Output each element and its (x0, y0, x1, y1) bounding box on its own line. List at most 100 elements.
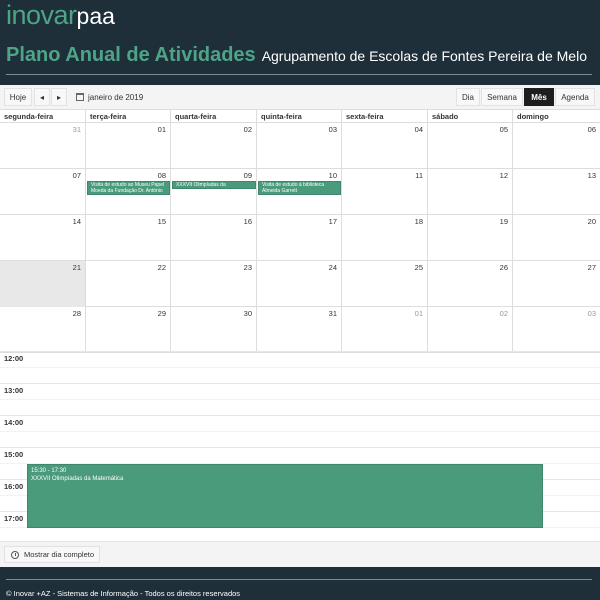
timed-event[interactable]: 15:30 - 17:30 XXXVII Olimpíadas da Matem… (27, 464, 543, 528)
week-row: 07 08 09 10 11 12 13 Visita de estudo ao… (0, 169, 600, 215)
day-cell[interactable]: 01 (86, 123, 171, 169)
day-cell[interactable]: 30 (171, 307, 257, 353)
day-cell[interactable]: 20 (513, 215, 600, 261)
hour-line (0, 415, 600, 416)
day-cell-today[interactable]: 21 (0, 261, 86, 307)
prev-month-button[interactable]: ◂ (34, 88, 50, 106)
day-cell[interactable]: 01 (342, 307, 428, 353)
day-cell[interactable]: 27 (513, 261, 600, 307)
hour-label: 13:00 (4, 386, 24, 395)
day-number: 03 (328, 125, 337, 134)
day-number: 31 (328, 309, 337, 318)
day-cell[interactable]: 22 (86, 261, 171, 307)
day-cell[interactable]: 03 (513, 307, 600, 353)
day-number: 26 (499, 263, 508, 272)
next-month-button[interactable]: ▸ (51, 88, 67, 106)
week-row: 21 22 23 24 25 26 27 (0, 261, 600, 307)
half-hour-line (0, 431, 600, 432)
day-number: 15 (157, 217, 166, 226)
view-month-button[interactable]: Mês (524, 88, 554, 106)
day-cell[interactable]: 12 (428, 169, 513, 215)
day-number: 20 (587, 217, 596, 226)
show-full-day-label: Mostrar dia completo (24, 550, 95, 559)
half-hour-line (0, 399, 600, 400)
day-number: 02 (243, 125, 252, 134)
hour-label: 16:00 (4, 482, 24, 491)
weekday-label: sábado (428, 110, 513, 123)
calendar-event[interactable]: XXXVII Olimpíadas da Matemática (172, 181, 256, 189)
day-number: 12 (499, 171, 508, 180)
calendar-event[interactable]: Visita de estudo à biblioteca Almeida Ga… (258, 181, 341, 195)
day-number: 22 (157, 263, 166, 272)
day-cell[interactable]: 02 (428, 307, 513, 353)
day-cell[interactable]: 31 (257, 307, 342, 353)
brand-name-paa: paa (76, 3, 115, 29)
hour-line (0, 447, 600, 448)
hour-line (0, 351, 600, 352)
day-cell[interactable]: 05 (428, 123, 513, 169)
view-week-button[interactable]: Semana (481, 88, 523, 106)
day-number: 01 (414, 309, 423, 318)
half-hour-line (0, 367, 600, 368)
day-cell[interactable]: 17 (257, 215, 342, 261)
page-subtitle: Agrupamento de Escolas de Fontes Pereira… (261, 48, 587, 64)
day-cell[interactable]: 04 (342, 123, 428, 169)
weekday-header: segunda-feira terça-feira quarta-feira q… (0, 109, 600, 123)
day-cell[interactable]: 16 (171, 215, 257, 261)
day-cell[interactable]: 07 (0, 169, 86, 215)
today-button[interactable]: Hoje (4, 88, 32, 106)
day-cell[interactable]: 06 (513, 123, 600, 169)
calendar-panel: Hoje ◂ ▸ janeiro de 2019 Dia Semana Mês … (0, 85, 600, 567)
weekday-label: segunda-feira (0, 110, 86, 123)
hour-line (0, 383, 600, 384)
day-cell[interactable]: 18 (342, 215, 428, 261)
view-day-button[interactable]: Dia (456, 88, 480, 106)
day-cell[interactable]: 03 (257, 123, 342, 169)
day-cell[interactable]: 24 (257, 261, 342, 307)
day-number: 01 (157, 125, 166, 134)
day-cell[interactable]: 26 (428, 261, 513, 307)
day-cell[interactable]: 28 (0, 307, 86, 353)
day-cell[interactable]: 15 (86, 215, 171, 261)
calendar-event[interactable]: Visita de estudo ao Museu Papel Moeda da… (87, 181, 170, 195)
day-cell[interactable]: 29 (86, 307, 171, 353)
day-cell[interactable]: 25 (342, 261, 428, 307)
view-agenda-button[interactable]: Agenda (555, 88, 595, 106)
day-number: 21 (72, 263, 81, 272)
day-number: 03 (587, 309, 596, 318)
day-cell[interactable]: 14 (0, 215, 86, 261)
page-header: Plano Anual de Atividades Agrupamento de… (6, 44, 592, 67)
day-number: 13 (587, 171, 596, 180)
weekday-label: sexta-feira (342, 110, 428, 123)
day-time-grid: 12:00 13:00 14:00 15:00 16:00 17:00 15:3… (0, 351, 600, 541)
day-number: 07 (72, 171, 81, 180)
day-cell[interactable]: 09 (171, 169, 257, 215)
hour-label: 17:00 (4, 514, 24, 523)
day-cell[interactable]: 23 (171, 261, 257, 307)
week-row: 28 29 30 31 01 02 03 (0, 307, 600, 353)
day-cell[interactable]: 31 (0, 123, 86, 169)
weekday-label: domingo (517, 112, 549, 121)
day-cell[interactable]: 11 (342, 169, 428, 215)
weekday-label: terça-feira (86, 110, 171, 123)
day-number: 19 (499, 217, 508, 226)
show-full-day-button[interactable]: Mostrar dia completo (4, 546, 100, 563)
hour-label: 14:00 (4, 418, 24, 427)
day-number: 11 (415, 171, 423, 180)
brand-logo: inovar paa (6, 0, 115, 38)
timed-event-title: XXXVII Olimpíadas da Matemática (31, 476, 124, 482)
calendar-icon (76, 93, 84, 101)
week-row: 31 01 02 03 04 05 06 (0, 123, 600, 169)
day-number: 17 (328, 217, 337, 226)
day-cell[interactable]: 13 (513, 169, 600, 215)
day-cell[interactable]: 19 (428, 215, 513, 261)
copyright-text: © Inovar +AZ - Sistemas de Informação - … (6, 589, 241, 598)
month-picker[interactable]: janeiro de 2019 (76, 88, 143, 106)
day-number: 27 (587, 263, 596, 272)
clock-icon (11, 550, 19, 559)
day-cell[interactable]: 02 (171, 123, 257, 169)
day-number: 29 (157, 309, 166, 318)
current-month-label: janeiro de 2019 (88, 92, 144, 102)
day-number: 31 (72, 125, 81, 134)
weekday-label: quinta-feira (257, 110, 342, 123)
